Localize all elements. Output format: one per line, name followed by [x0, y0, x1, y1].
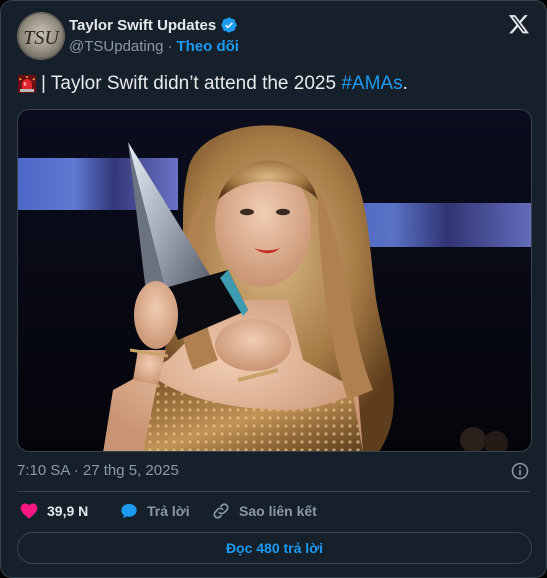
author-handle[interactable]: @TSUpdating	[69, 38, 163, 55]
handle-separator: ·	[167, 38, 173, 55]
tweet-text-prefix: | Taylor Swift didn’t attend the 2025	[41, 73, 342, 94]
photo-illustration	[18, 110, 531, 451]
copy-link-label: Sao liên kết	[239, 503, 317, 519]
hashtag-link[interactable]: #AMAs	[341, 73, 402, 94]
like-button[interactable]: 39,9 N	[19, 501, 88, 521]
tweet-photo[interactable]	[17, 109, 532, 452]
avatar[interactable]: TSU	[17, 12, 65, 60]
info-icon[interactable]	[510, 461, 530, 481]
x-logo-icon[interactable]	[508, 13, 530, 35]
tweet-card: TSU Taylor Swift Updates @TSUpdating · T…	[0, 0, 547, 578]
read-replies-button[interactable]: Đọc 480 trả lời	[17, 532, 532, 564]
tweet-text-suffix: .	[402, 73, 408, 94]
tweet-text-body: | Taylor Swift didn’t attend the 2025 #A…	[41, 73, 408, 95]
read-replies-label: Đọc 480 trả lời	[225, 540, 324, 556]
siren-icon	[18, 75, 36, 93]
reply-button[interactable]: Trả lời	[119, 501, 190, 521]
reply-bubble-icon	[121, 503, 137, 519]
reply-label: Trả lời	[147, 503, 190, 519]
tweet-text: | Taylor Swift didn’t attend the 2025 #A…	[17, 73, 408, 95]
follow-button[interactable]: Theo dõi	[176, 38, 239, 55]
verified-badge-icon	[221, 17, 237, 33]
like-count: 39,9 N	[47, 503, 89, 519]
author-name-row: Taylor Swift Updates	[69, 16, 238, 34]
link-icon	[213, 503, 229, 519]
copy-link-button[interactable]: Sao liên kết	[211, 501, 317, 521]
avatar-logo: TSU	[17, 12, 65, 60]
tweet-timestamp[interactable]: 7:10 SA · 27 thg 5, 2025	[17, 462, 179, 479]
avatar-text: TSU	[23, 27, 60, 49]
author-display-name[interactable]: Taylor Swift Updates	[69, 17, 216, 34]
divider	[17, 491, 530, 492]
heart-icon	[20, 503, 38, 519]
author-handle-row: @TSUpdating · Theo dõi	[69, 38, 239, 55]
